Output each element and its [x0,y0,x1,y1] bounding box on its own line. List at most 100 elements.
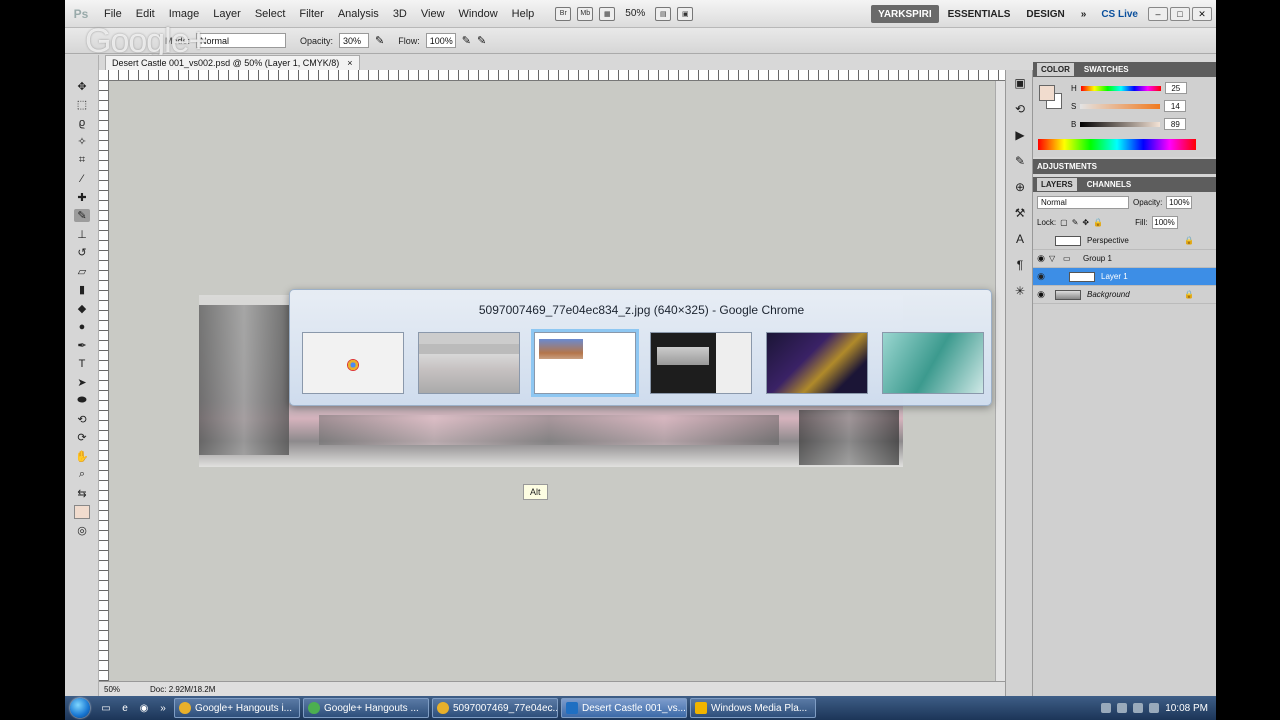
tab-color[interactable]: COLOR [1037,63,1074,76]
history-panel-icon[interactable]: ⟲ [1006,96,1034,122]
window-thumbnail-media-player[interactable] [766,332,868,394]
character-panel-icon[interactable]: A [1006,226,1034,252]
crop-tool-icon[interactable]: ⌗ [65,151,99,170]
opacity-field[interactable]: 30% [339,33,370,48]
menu-view[interactable]: View [414,0,452,28]
menu-layer[interactable]: Layer [206,0,248,28]
hand-tool-icon[interactable]: ✋ [65,447,99,466]
taskbar-button-hangouts-1[interactable]: Google+ Hangouts i... [174,698,300,718]
fill-field[interactable]: 100% [1151,215,1178,229]
airbrush-icon[interactable]: ✎ [462,34,471,47]
history-brush-icon[interactable]: ↺ [65,244,99,263]
layer-row-background[interactable]: ◉ Background 🔒 [1033,286,1216,304]
brightness-slider[interactable] [1080,121,1161,127]
expand-triangle-icon[interactable]: ▽ [1049,254,1059,263]
eye-icon[interactable]: ◉ [1033,253,1049,264]
menu-filter[interactable]: Filter [292,0,330,28]
saturation-slider[interactable] [1080,103,1161,109]
window-thumbnail-concept-art[interactable] [882,332,984,394]
color-swatches[interactable] [65,503,99,522]
shape-tool-icon[interactable]: ⬬ [65,392,99,411]
mode-dropdown[interactable]: Normal [196,33,287,48]
arrange-docs-icon[interactable]: ▤ [655,6,672,21]
document-tab[interactable]: Desert Castle 001_vs002.psd @ 50% (Layer… [105,55,360,70]
eye-icon[interactable]: ◉ [1033,271,1049,282]
cs-live-button[interactable]: CS Live [1101,9,1138,20]
quick-select-tool-icon[interactable]: ✧ [65,133,99,152]
taskbar-button-media-player[interactable]: Windows Media Pla... [690,698,816,718]
lock-transparency-icon[interactable]: ▢ [1060,218,1068,227]
flow-field[interactable]: 100% [425,33,456,48]
clone-source-icon[interactable]: ⊕ [1006,174,1034,200]
pen-tool-icon[interactable]: ✒ [65,336,99,355]
view-extras-icon[interactable]: ▦ [599,6,616,21]
layer-row-layer-1[interactable]: ◉ Layer 1 [1033,268,1216,286]
ie-icon[interactable]: e [117,701,133,715]
3d-orbit-icon[interactable]: ⟳ [65,429,99,448]
path-select-icon[interactable]: ➤ [65,373,99,392]
menu-analysis[interactable]: Analysis [331,0,386,28]
maximize-icon[interactable]: □ [1170,7,1190,21]
zoom-level[interactable]: 50% [625,8,645,19]
adjustments-panel-header[interactable]: ADJUSTMENTS [1033,159,1216,174]
minimize-icon[interactable]: – [1148,7,1168,21]
layer-row-perspective[interactable]: Perspective 🔒 [1033,232,1216,250]
vertical-scrollbar[interactable] [995,81,1005,681]
status-zoom[interactable]: 50% [104,685,120,694]
swap-colors-icon[interactable]: ⇆ [65,484,99,503]
brush-panel-icon[interactable]: ✎ [1006,148,1034,174]
brightness-value[interactable]: 89 [1164,118,1187,130]
network-icon[interactable] [1133,703,1144,713]
quick-mask-icon[interactable]: ◎ [65,521,99,540]
workspace-design[interactable]: DESIGN [1019,5,1071,23]
taskbar-button-photoshop[interactable]: Desert Castle 001_vs... [561,698,687,718]
healing-tool-icon[interactable]: ✚ [65,188,99,207]
window-thumbnail-chrome-new-tab[interactable] [302,332,404,394]
gradient-tool-icon[interactable]: ▮ [65,281,99,300]
clock[interactable]: 10:08 PM [1165,703,1208,714]
tool-presets-icon[interactable]: ⚒ [1006,200,1034,226]
taskbar-button-chrome-image[interactable]: 5097007469_77e04ec... [432,698,558,718]
stamp-tool-icon[interactable]: ⊥ [65,225,99,244]
move-tool-icon[interactable]: ✥ [65,77,99,96]
eyedropper-tool-icon[interactable]: ⁄ [65,170,99,189]
lock-all-icon[interactable]: 🔒 [1093,218,1103,227]
eraser-tool-icon[interactable]: ▱ [65,262,99,281]
dodge-tool-icon[interactable]: ● [65,318,99,337]
lock-pixels-icon[interactable]: ✎ [1072,218,1079,227]
tab-swatches[interactable]: SWATCHES [1080,63,1133,76]
close-icon[interactable]: ✕ [1192,7,1212,21]
window-thumbnail-photoshop-dark[interactable] [650,332,752,394]
blend-mode-dropdown[interactable]: Normal [1037,195,1129,209]
menu-window[interactable]: Window [452,0,505,28]
pressure-opacity-icon[interactable]: ✎ [375,34,384,47]
3d-rotate-icon[interactable]: ⟲ [65,410,99,429]
hue-value[interactable]: 25 [1164,82,1187,94]
workspace-more-button[interactable]: » [1074,5,1094,23]
workspace-active[interactable]: YARKSPIRI [871,5,939,23]
bridge-icon[interactable]: Br [555,6,572,21]
minibridge-panel-icon[interactable]: ▣ [1006,70,1034,96]
close-doc-icon[interactable]: × [347,58,352,68]
foreground-color-swatch[interactable] [1039,85,1055,101]
show-desktop-icon[interactable]: ▭ [98,701,114,715]
eye-icon[interactable]: ◉ [1033,289,1049,300]
lock-position-icon[interactable]: ✥ [1082,218,1089,227]
color-spectrum[interactable] [1038,139,1196,150]
3d-panel-icon[interactable]: ✳ [1006,278,1034,304]
marquee-tool-icon[interactable]: ⬚ [65,96,99,115]
type-tool-icon[interactable]: T [65,355,99,374]
hue-slider[interactable] [1080,85,1161,91]
quicklaunch-more-icon[interactable]: » [155,701,171,715]
paragraph-panel-icon[interactable]: ¶ [1006,252,1034,278]
menu-select[interactable]: Select [248,0,293,28]
workspace-essentials[interactable]: ESSENTIALS [941,5,1018,23]
taskbar-button-hangouts-2[interactable]: Google+ Hangouts ... [303,698,429,718]
menu-help[interactable]: Help [505,0,542,28]
screen-mode-icon[interactable]: ▣ [677,6,694,21]
window-thumbnail-photoshop-sketch[interactable] [418,332,520,394]
chrome-quicklaunch-icon[interactable]: ◉ [136,701,152,715]
tab-layers[interactable]: LAYERS [1037,178,1077,191]
actions-panel-icon[interactable]: ▶ [1006,122,1034,148]
minibridge-icon[interactable]: Mb [577,6,594,21]
